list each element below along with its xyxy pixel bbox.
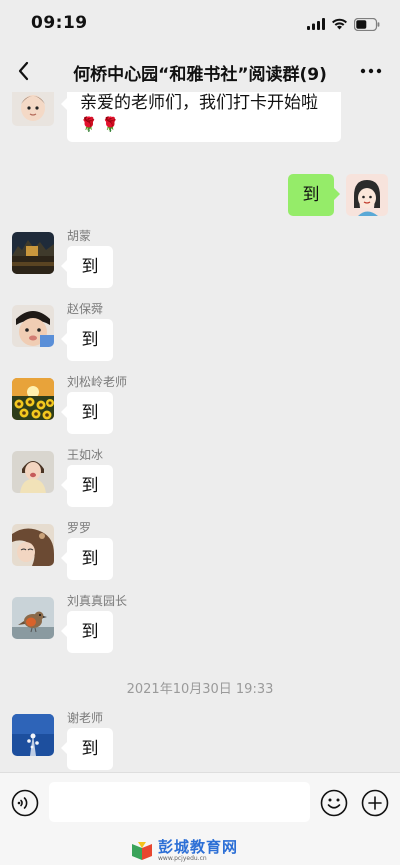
rose-emoji: 🌹 🌹: [80, 117, 120, 134]
status-bar: 09:19: [0, 0, 400, 50]
robin-bird-avatar[interactable]: [12, 597, 54, 639]
watermark-url: www.pcjyedu.cn: [158, 855, 207, 862]
voice-input-icon[interactable]: [11, 789, 39, 817]
message-text: 到: [302, 185, 320, 205]
status-icons: [307, 16, 380, 32]
emoji-icon[interactable]: [320, 789, 348, 817]
message-text: 到: [81, 622, 99, 642]
little-girl-avatar[interactable]: [12, 451, 54, 493]
message-bubble[interactable]: 到: [61, 728, 113, 770]
more-options-icon[interactable]: [360, 61, 382, 81]
sender-name: 刘松岭老师: [67, 375, 128, 389]
message-text: 到: [81, 330, 99, 350]
signal-icon: [307, 18, 325, 30]
chat-title: 何桥中心园“和雅书社”阅读群(9): [73, 65, 327, 85]
message-bubble[interactable]: 到: [61, 392, 113, 434]
message-timestamp: 2021年10月30日 19:33: [126, 682, 274, 697]
message-bubble[interactable]: 到: [61, 319, 113, 361]
message-bubble[interactable]: 到: [61, 246, 113, 288]
wifi-icon: [332, 18, 347, 30]
woman-portrait-avatar[interactable]: [12, 524, 54, 566]
message-text: 到: [81, 549, 99, 569]
sender-name: 谢老师: [67, 711, 104, 725]
sender-name: 王如冰: [67, 448, 104, 462]
message-text: 到: [81, 257, 99, 277]
back-arrow-icon[interactable]: [12, 58, 38, 84]
nav-bar: 何桥中心园“和雅书社”阅读群(9): [0, 50, 400, 92]
night-lake-avatar[interactable]: [12, 232, 54, 274]
sender-name: 刘真真园长: [67, 594, 128, 608]
battery-icon: [354, 17, 380, 31]
watermark-title: 彭城教育网: [158, 838, 239, 856]
message-bubble[interactable]: 到: [61, 538, 113, 580]
message-bubble-self[interactable]: 到: [288, 174, 340, 216]
child-face-avatar[interactable]: [12, 305, 54, 347]
watermark-logo: 彭城教育网 www.pcjyedu.cn: [130, 838, 270, 864]
sunflower-avatar[interactable]: [12, 378, 54, 420]
cartoon-girl-avatar[interactable]: [346, 174, 388, 216]
sender-name: 赵保舜: [67, 302, 104, 316]
chat-message-list[interactable]: 亲爱的老师们，我们打卡开始啦 🌹 🌹 到 胡蒙 到 赵保舜 到 刘松岭老师 到 …: [0, 92, 400, 772]
watermark-book-icon: [132, 842, 152, 860]
sender-name: 胡蒙: [67, 229, 92, 243]
message-text: 到: [81, 739, 99, 759]
message-text: 到: [81, 403, 99, 423]
message-text: 到: [81, 476, 99, 496]
status-time: 09:19: [31, 13, 88, 33]
message-bubble[interactable]: 亲爱的老师们，我们打卡开始啦 🌹 🌹: [61, 92, 341, 142]
sender-name: 罗罗: [67, 521, 92, 535]
blue-sky-avatar[interactable]: [12, 714, 54, 756]
message-text: 亲爱的老师们，我们打卡开始啦: [80, 93, 318, 113]
watermark-text-group: 彭城教育网 www.pcjyedu.cn: [158, 838, 239, 863]
plus-icon[interactable]: [361, 789, 389, 817]
home-indicator-area: 彭城教育网 www.pcjyedu.cn: [0, 832, 400, 865]
message-bubble[interactable]: 到: [61, 611, 113, 653]
message-input-bar: [0, 772, 400, 832]
baby-avatar[interactable]: [12, 92, 54, 126]
message-input[interactable]: [49, 782, 310, 822]
message-bubble[interactable]: 到: [61, 465, 113, 507]
